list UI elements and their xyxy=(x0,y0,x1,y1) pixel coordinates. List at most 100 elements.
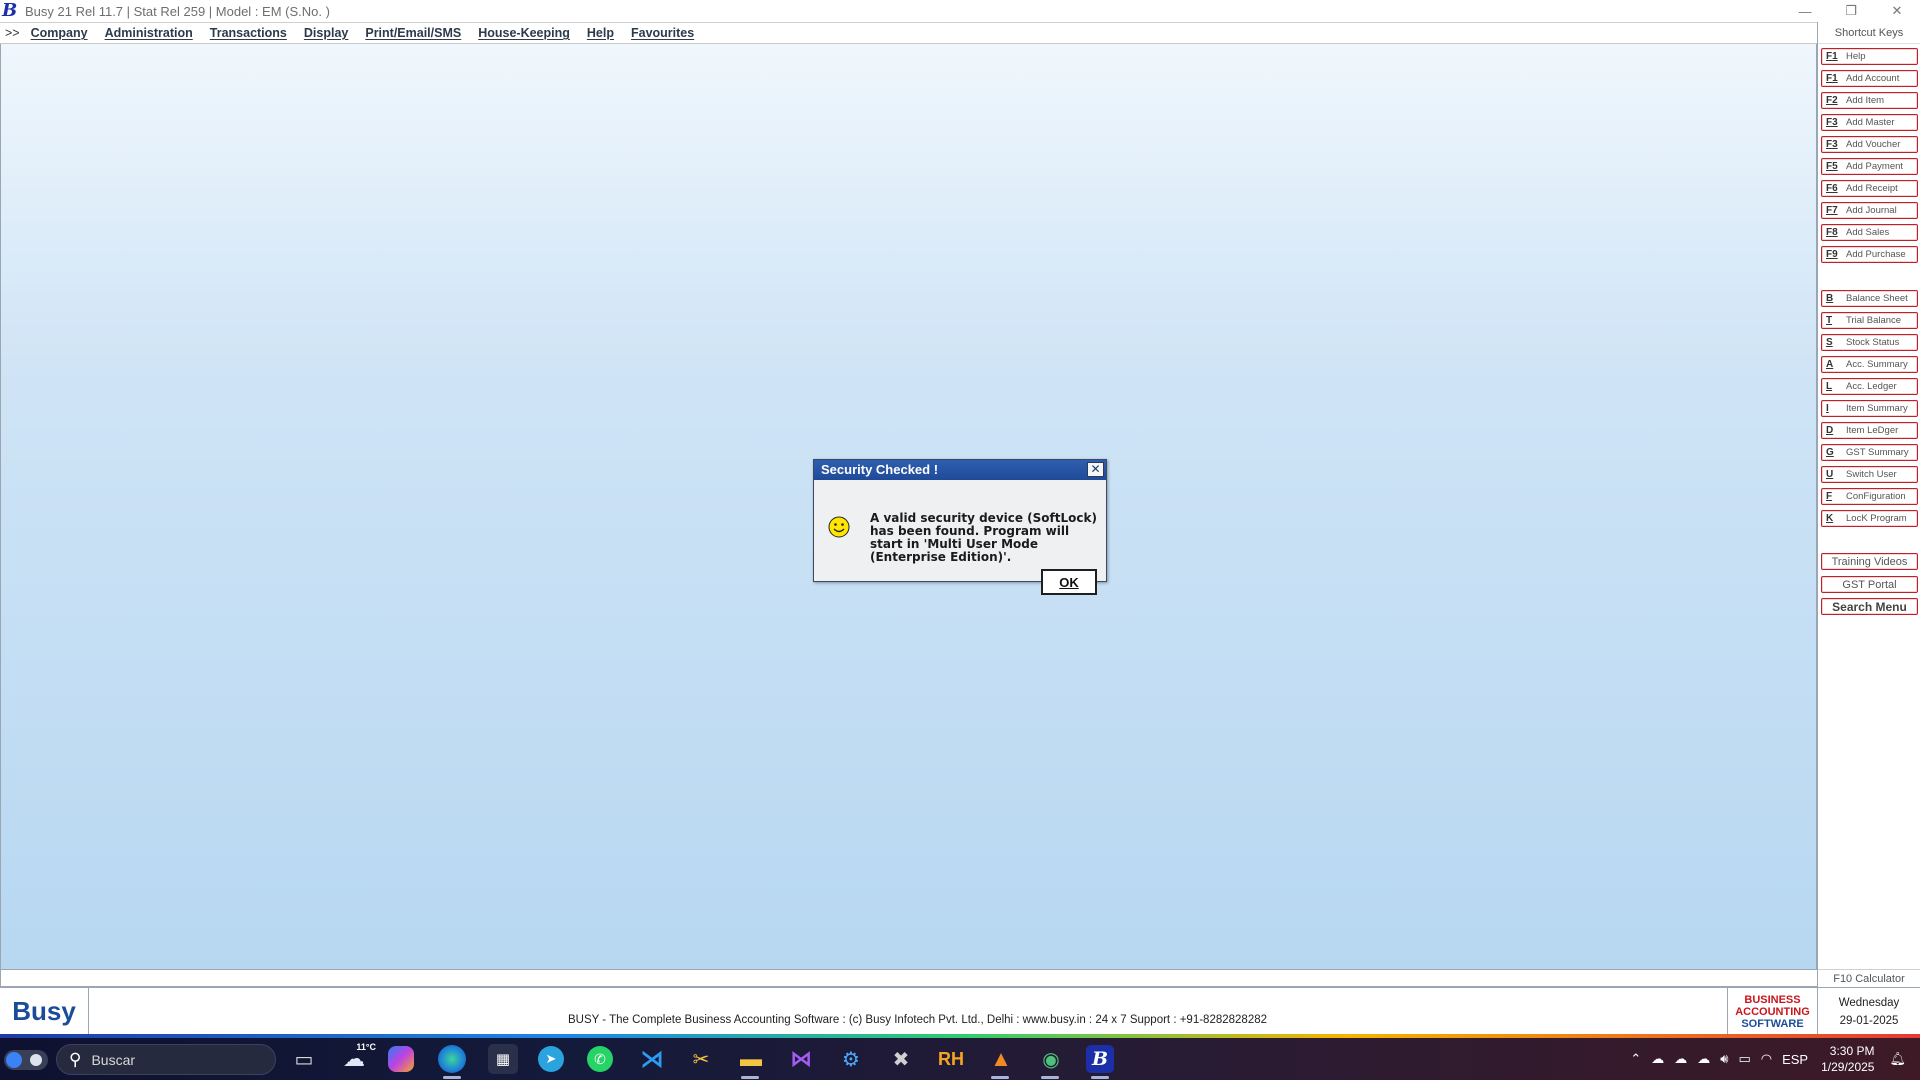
vlc-running-indicator xyxy=(991,1076,1009,1079)
taskbar-search-input[interactable]: ⚲ Buscar xyxy=(56,1044,276,1075)
shortcut-add-purchase[interactable]: F9 Add Purchase xyxy=(1821,246,1918,263)
shortcut-lock-program[interactable]: K LocK Program xyxy=(1821,510,1918,527)
snipping-tool-icon[interactable]: ✂ xyxy=(686,1044,716,1074)
badge-line: BUSINESS xyxy=(1744,993,1801,1006)
clock-date: 1/29/2025 xyxy=(1821,1060,1875,1074)
shortcut-key: F2 xyxy=(1826,95,1838,106)
edge-browser-icon[interactable] xyxy=(438,1045,466,1073)
shortcut-add-sales[interactable]: F8 Add Sales xyxy=(1821,224,1918,241)
shortcut-key: F9 xyxy=(1826,249,1838,260)
dialog-title-bar: Security Checked ! ✕ xyxy=(814,460,1106,480)
shortcut-help[interactable]: F1 Help xyxy=(1821,48,1918,65)
shortcut-add-journal[interactable]: F7 Add Journal xyxy=(1821,202,1918,219)
shortcut-item-ledger[interactable]: D Item LeDger xyxy=(1821,422,1918,439)
shortcut-add-payment[interactable]: F5 Add Payment xyxy=(1821,158,1918,175)
shortcut-label: Add Item xyxy=(1846,95,1885,106)
cloud-off-icon[interactable]: ☁ xyxy=(1697,1051,1710,1067)
menu-house-keeping[interactable]: House-Keeping xyxy=(478,26,570,40)
ok-button[interactable]: OK xyxy=(1041,569,1097,595)
notification-bell-icon[interactable]: 🔔︎ xyxy=(1889,1051,1906,1067)
shortcut-add-voucher[interactable]: F3 Add Voucher xyxy=(1821,136,1918,153)
business-accounting-software-logo: BUSINESS ACCOUNTING SOFTWARE xyxy=(1727,988,1817,1035)
close-window-button[interactable]: ✕ xyxy=(1874,0,1920,22)
vscode-icon[interactable]: ⋊ xyxy=(637,1044,667,1074)
shortcut-stock-status[interactable]: S Stock Status xyxy=(1821,334,1918,351)
shortcut-key: F7 xyxy=(1826,205,1838,216)
shortcut-label: Add Receipt xyxy=(1846,183,1898,194)
shortcut-item-summary[interactable]: I Item Summary xyxy=(1821,400,1918,417)
onedrive-icon[interactable]: ☁ xyxy=(1651,1051,1664,1067)
menu-bar: >> Company Administration Transactions D… xyxy=(0,22,1817,44)
system-tray: ⌃ ☁ ☁ ☁ 🔊︎ ▭ ◠ ESP 3:30 PM 1/29/2025 🔔︎ xyxy=(1625,1038,1920,1080)
minimize-button[interactable]: — xyxy=(1782,0,1828,22)
shortcut-label: Stock Status xyxy=(1846,337,1900,348)
badge-line: SOFTWARE xyxy=(1741,1017,1804,1030)
restore-button[interactable]: ❐ xyxy=(1828,0,1874,22)
language-indicator[interactable]: ESP xyxy=(1782,1052,1808,1067)
shortcut-key: K xyxy=(1826,513,1834,524)
gst-portal-button[interactable]: GST Portal xyxy=(1821,576,1918,593)
windows-taskbar: ⚲ Buscar ▭ ☁ 11°C ▦ ➤ ✆ ⋊ ✂ ▬ ⋈ ⚙ ✖ RH ▲ … xyxy=(0,1038,1920,1080)
shortcut-add-item[interactable]: F2 Add Item xyxy=(1821,92,1918,109)
network-app-icon[interactable]: ◉ xyxy=(1036,1044,1066,1074)
network-app-running-indicator xyxy=(1041,1076,1059,1079)
menu-company[interactable]: Company xyxy=(31,26,88,40)
shortcut-label: Balance Sheet xyxy=(1846,293,1908,304)
visual-studio-icon[interactable]: ⋈ xyxy=(786,1044,816,1074)
shortcut-key: F3 xyxy=(1826,117,1838,128)
search-menu-button[interactable]: Search Menu xyxy=(1821,598,1918,615)
shortcut-key: A xyxy=(1826,359,1834,370)
menu-display[interactable]: Display xyxy=(304,26,348,40)
widgets-toggle-icon[interactable] xyxy=(4,1050,48,1070)
menu-transactions[interactable]: Transactions xyxy=(210,26,287,40)
shortcut-gst-summary[interactable]: G GST Summary xyxy=(1821,444,1918,461)
rh-app-icon[interactable]: RH xyxy=(936,1044,966,1074)
telegram-icon[interactable]: ➤ xyxy=(538,1046,564,1072)
dialog-body: A valid security device (SoftLock) has b… xyxy=(814,480,1106,595)
dialog-close-button[interactable]: ✕ xyxy=(1087,462,1104,477)
workspace-status-strip xyxy=(0,969,1817,987)
taskbar-clock[interactable]: 3:30 PM 1/29/2025 xyxy=(1821,1043,1874,1075)
settings-gear-icon[interactable]: ⚙ xyxy=(836,1044,866,1074)
shortcut-label: Add Account xyxy=(1846,73,1900,84)
shortcut-key: I xyxy=(1826,403,1829,414)
shortcut-add-account[interactable]: F1 Add Account xyxy=(1821,70,1918,87)
shortcut-trial-balance[interactable]: T Trial Balance xyxy=(1821,312,1918,329)
weather-icon[interactable]: ☁ 11°C xyxy=(336,1042,376,1074)
shortcut-key: F5 xyxy=(1826,161,1838,172)
shortcut-acc-summary[interactable]: A Acc. Summary xyxy=(1821,356,1918,373)
shortcut-balance-sheet[interactable]: B Balance Sheet xyxy=(1821,290,1918,307)
vlc-icon[interactable]: ▲ xyxy=(986,1044,1016,1074)
microsoft-store-icon[interactable]: ▦ xyxy=(488,1044,518,1074)
tools-icon[interactable]: ✖ xyxy=(886,1044,916,1074)
shortcut-label: Add Sales xyxy=(1846,227,1890,238)
shortcut-add-master[interactable]: F3 Add Master xyxy=(1821,114,1918,131)
onedrive-secondary-icon[interactable]: ☁ xyxy=(1674,1051,1687,1067)
search-placeholder: Buscar xyxy=(91,1051,136,1068)
battery-icon[interactable]: ▭ xyxy=(1738,1051,1750,1067)
menu-print-email-sms[interactable]: Print/Email/SMS xyxy=(365,26,461,40)
shortcut-configuration[interactable]: F ConFiguration xyxy=(1821,488,1918,505)
training-videos-button[interactable]: Training Videos xyxy=(1821,553,1918,570)
calculator-button[interactable]: F10 Calculator xyxy=(1818,969,1920,987)
shortcut-key: U xyxy=(1826,469,1834,480)
volume-icon[interactable]: 🔊︎ xyxy=(1720,1051,1728,1067)
busy-app-icon: B xyxy=(2,0,18,21)
busy-taskbar-icon[interactable]: B xyxy=(1086,1045,1114,1073)
shortcut-key: F6 xyxy=(1826,183,1838,194)
badge-line: ACCOUNTING xyxy=(1735,1005,1810,1018)
shortcut-switch-user[interactable]: U Switch User xyxy=(1821,466,1918,483)
whatsapp-icon[interactable]: ✆ xyxy=(587,1046,613,1072)
shortcut-acc-ledger[interactable]: L Acc. Ledger xyxy=(1821,378,1918,395)
shortcut-add-receipt[interactable]: F6 Add Receipt xyxy=(1821,180,1918,197)
copilot-icon[interactable] xyxy=(388,1046,414,1072)
wifi-icon[interactable]: ◠ xyxy=(1761,1051,1772,1067)
menu-toggle-button[interactable]: >> xyxy=(5,26,20,40)
menu-administration[interactable]: Administration xyxy=(105,26,193,40)
task-view-icon[interactable]: ▭ xyxy=(289,1044,319,1074)
menu-favourites[interactable]: Favourites xyxy=(631,26,694,40)
chevron-up-icon[interactable]: ⌃ xyxy=(1630,1051,1641,1067)
file-explorer-icon[interactable]: ▬ xyxy=(736,1044,766,1074)
shortcut-label: Help xyxy=(1846,51,1866,62)
menu-help[interactable]: Help xyxy=(587,26,614,40)
